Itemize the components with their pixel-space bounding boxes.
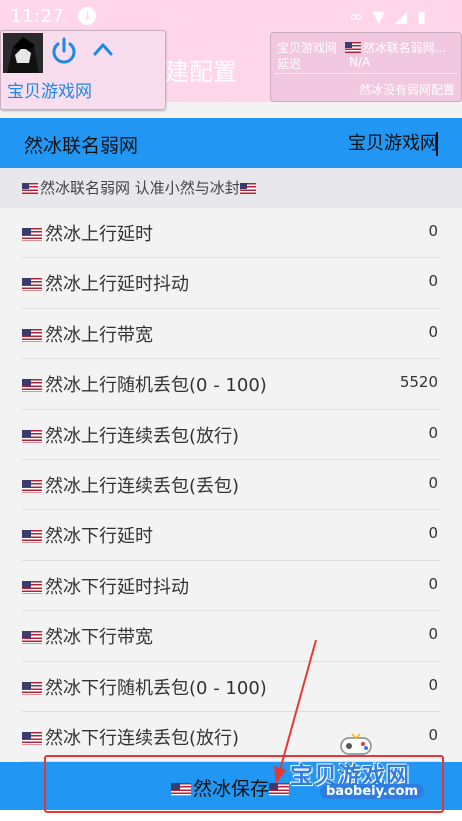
flag-icon [22, 278, 42, 292]
panel-profile: 然冰联名弱网... [362, 41, 447, 55]
gamepad-icon [340, 733, 372, 755]
list-item-text: 然冰上行随机丢包(0 - 100) [45, 375, 267, 397]
list-item-label: 然冰上行延时抖动 [22, 270, 189, 296]
list-item-value[interactable]: 0 [428, 272, 438, 290]
list-item[interactable]: 然冰上行连续丢包(丢包) 0 [22, 460, 440, 511]
panel-delay-value: N/A [349, 55, 371, 69]
widget-name: 宝贝游戏网 [7, 82, 92, 102]
flag-icon [22, 429, 42, 443]
list-item-value[interactable]: 0 [428, 323, 438, 341]
flag-icon [22, 580, 42, 594]
wifi-icon: ▼ [372, 7, 385, 26]
watermark-url: baobeiy.com [320, 784, 424, 799]
list-item-label: 然冰下行带宽 [22, 623, 153, 649]
chevron-up-icon[interactable] [92, 39, 114, 61]
list-item[interactable]: 然冰上行延时 0 [22, 208, 440, 259]
list-item-text: 然冰上行带宽 [45, 324, 153, 346]
list-item-value[interactable]: 0 [428, 222, 438, 240]
flag-icon [22, 479, 42, 493]
list-item-text: 然冰下行延时抖动 [45, 576, 189, 598]
watermark: 宝贝游戏网 baobeiy.com [290, 732, 440, 804]
flag-icon [239, 183, 256, 194]
config-name-bar: 然冰联名弱网 [0, 118, 462, 168]
list-item-value[interactable]: 0 [428, 575, 438, 593]
flag-icon [22, 328, 42, 342]
flag-icon [22, 731, 42, 745]
list-item-text: 然冰上行连续丢包(放行) [45, 425, 240, 447]
battery-icon: ▮ [417, 7, 426, 26]
list-item-value[interactable]: 0 [428, 625, 438, 643]
list-item[interactable]: 然冰下行带宽 0 [22, 611, 440, 662]
status-icons: ∞ ▼ ◢ ▮ [349, 7, 426, 26]
avatar[interactable] [3, 33, 43, 73]
list-item-label: 然冰上行连续丢包(丢包) [22, 472, 239, 498]
list-item-label: 然冰上行带宽 [22, 321, 153, 347]
list-item[interactable]: 然冰下行延时 0 [22, 510, 440, 561]
list-item-text: 然冰下行随机丢包(0 - 100) [45, 677, 267, 699]
list-item-value[interactable]: 0 [428, 424, 438, 442]
list-item-text: 然冰下行连续丢包(放行) [45, 727, 240, 749]
list-item-text: 然冰上行连续丢包(丢包) [45, 475, 240, 497]
flag-icon [22, 530, 42, 544]
flag-icon [344, 42, 361, 53]
flag-icon [22, 228, 42, 241]
status-bar: 11:27 ↓ ∞ ▼ ◢ ▮ [0, 0, 462, 32]
list-item[interactable]: 然冰上行随机丢包(0 - 100) 5520 [22, 359, 440, 410]
clock: 11:27 [10, 5, 65, 27]
list-item-label: 然冰下行延时 [22, 522, 153, 548]
list-item-text: 然冰上行延时抖动 [45, 274, 189, 296]
section-header: 然冰联名弱网 认准小然与冰封 [0, 168, 462, 208]
list-item-label: 然冰下行随机丢包(0 - 100) [22, 674, 267, 700]
config-name-label: 然冰联名弱网 [24, 135, 139, 157]
config-name-input[interactable] [276, 130, 440, 153]
list-item[interactable]: 然冰上行连续丢包(放行) 0 [22, 410, 440, 460]
panel-game-label: 宝贝游戏网 [277, 41, 338, 55]
list-item-text: 然冰上行延时 [45, 224, 153, 245]
list-item-label: 然冰上行随机丢包(0 - 100) [22, 371, 267, 397]
list-item-value[interactable]: 0 [428, 676, 438, 694]
list-item[interactable]: 然冰下行随机丢包(0 - 100) 0 [22, 662, 440, 712]
flag-icon [22, 631, 42, 645]
floating-widget[interactable]: 宝贝游戏网 [0, 30, 166, 110]
list-item-value[interactable]: 0 [428, 524, 438, 542]
flag-icon [22, 681, 42, 695]
list-item-label: 然冰下行连续丢包(放行) [22, 724, 239, 750]
status-panel[interactable]: 宝贝游戏网 然冰联名弱网... 延迟 N/A 然冰没有弱网配置 [270, 32, 462, 102]
list-item[interactable]: 然冰上行延时抖动 0 [22, 258, 440, 309]
divider [275, 73, 457, 74]
list-item-text: 然冰下行带宽 [45, 627, 153, 649]
list-item-label: 然冰上行连续丢包(放行) [22, 422, 239, 448]
signal-icon: ◢ [394, 7, 408, 26]
flag-icon [22, 183, 38, 194]
download-icon: ↓ [78, 7, 97, 25]
panel-header: 宝贝游戏网 然冰联名弱网... [277, 39, 457, 56]
list-item-value[interactable]: 0 [428, 474, 438, 492]
link-icon: ∞ [349, 7, 363, 26]
list-item[interactable]: 然冰下行延时抖动 0 [22, 561, 440, 612]
panel-footer: 然冰没有弱网配置 [358, 83, 455, 97]
flag-icon [22, 379, 42, 393]
list-item[interactable]: 然冰上行带宽 0 [22, 309, 440, 360]
power-icon[interactable] [49, 36, 79, 66]
panel-delay-label: 延迟 [277, 57, 302, 71]
list-item-label: 然冰上行延时 [22, 220, 153, 246]
list-item-value[interactable]: 5520 [400, 373, 438, 391]
text-cursor [436, 132, 438, 156]
section-header-text: 然冰联名弱网 认准小然与冰封 [40, 179, 240, 197]
list-item-label: 然冰下行延时抖动 [22, 573, 189, 599]
settings-list: 然冰上行延时 0 然冰上行延时抖动 0 然冰上行带宽 0 然冰上行随机丢包(0 … [0, 208, 462, 763]
list-item-text: 然冰下行延时 [45, 526, 153, 548]
